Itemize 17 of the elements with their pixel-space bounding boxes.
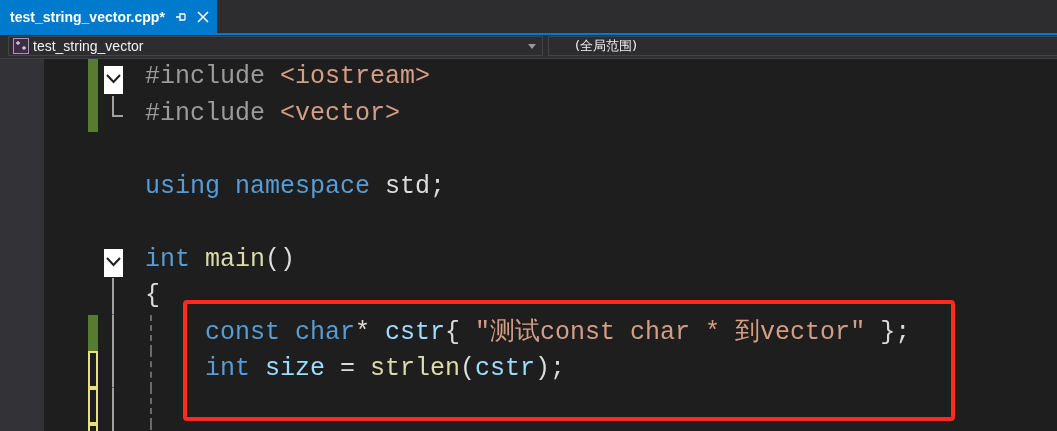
fold-end-line (112, 95, 123, 117)
code-line: const char* cstr{ "测试const char * 到vector" }; (205, 317, 911, 347)
pin-icon[interactable] (174, 10, 187, 23)
project-icon (13, 38, 29, 54)
close-icon[interactable] (196, 10, 209, 23)
collapse-icon[interactable] (104, 248, 123, 277)
code-line: int main() (145, 244, 296, 274)
code-line: #include <vector> (145, 98, 401, 128)
code-line: { (145, 281, 160, 310)
code-line: int size = strlen(cstr); (205, 354, 566, 383)
scope-dropdown[interactable]: (全局范围) (548, 36, 1057, 56)
code-line: #include <iostream> (145, 62, 431, 91)
collapse-icon[interactable] (104, 66, 123, 94)
caret-icon (528, 43, 536, 49)
file-tab[interactable]: test_string_vector.cpp* (0, 0, 217, 33)
code-line: using namespace std; (145, 171, 446, 201)
project-dropdown[interactable]: test_string_vector (8, 36, 543, 56)
